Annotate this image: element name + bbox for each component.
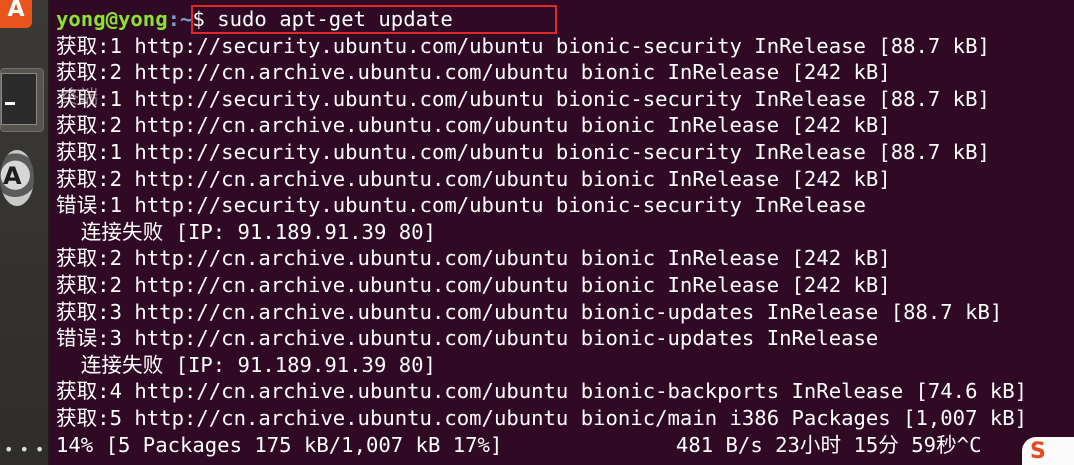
output-line: 获取:4 http://cn.archive.ubuntu.com/ubuntu… bbox=[56, 379, 1028, 404]
output-line: 获取:2 http://cn.archive.ubuntu.com/ubuntu… bbox=[56, 113, 891, 138]
prompt-path: :~ bbox=[167, 7, 193, 31]
output-line: 获取:1 http://security.ubuntu.com/ubuntu b… bbox=[56, 140, 990, 164]
launcher-dock: A A ••• bbox=[0, 0, 49, 465]
software-updater-icon[interactable]: A bbox=[0, 150, 34, 206]
output-line: 获取:2 http://cn.archive.ubuntu.com/ubuntu… bbox=[56, 273, 891, 297]
output-line: 获取:2 http://cn.archive.ubuntu.com/ubuntu… bbox=[56, 166, 891, 191]
error-detail-line: 连接失败 [IP: 91.189.91.39 80] bbox=[56, 219, 436, 244]
software-center-icon[interactable]: A bbox=[0, 0, 32, 28]
output-line: 获取:3 http://cn.archive.ubuntu.com/ubuntu… bbox=[56, 299, 1003, 324]
terminal-output[interactable]: yong@yong:~$ sudo apt-get update 获取:1 ht… bbox=[56, 6, 1074, 465]
output-line: 获取:2 http://cn.archive.ubuntu.com/ubuntu… bbox=[56, 60, 891, 85]
error-line: 错误:3 http://cn.archive.ubuntu.com/ubuntu… bbox=[56, 326, 879, 351]
prompt-user: yong@yong bbox=[56, 7, 168, 31]
output-line: 获取:5 http://cn.archive.ubuntu.com/ubuntu… bbox=[56, 406, 1028, 430]
command-highlight-box bbox=[191, 5, 557, 34]
terminal-screen-icon bbox=[1, 73, 37, 125]
terminal-prompt-dash-icon bbox=[5, 102, 15, 105]
output-line: 获取:1 http://security.ubuntu.com/ubuntu b… bbox=[56, 33, 990, 58]
software-center-glyph: A bbox=[7, 0, 25, 22]
error-line: 错误:1 http://security.ubuntu.com/ubuntu b… bbox=[56, 193, 866, 218]
output-line: 获取:1 http://security.ubuntu.com/ubuntu b… bbox=[56, 86, 990, 111]
software-updater-glyph: A bbox=[3, 162, 22, 190]
desktop-screen: A A ••• yong@yong:~$ sudo apt-get update… bbox=[0, 0, 1074, 465]
watermark-logo: S bbox=[1022, 437, 1074, 465]
show-applications-icon[interactable]: ••• bbox=[4, 440, 50, 459]
watermark-glyph: S bbox=[1030, 439, 1046, 464]
progress-line: 14% [5 Packages 175 kB/1,007 kB 17%] 481… bbox=[56, 432, 982, 457]
terminal-launcher-icon[interactable] bbox=[0, 68, 44, 132]
output-line: 获取:2 http://cn.archive.ubuntu.com/ubuntu… bbox=[56, 246, 891, 271]
error-detail-line: 连接失败 [IP: 91.189.91.39 80] bbox=[56, 352, 436, 377]
terminal-tooltip: 终端 bbox=[60, 86, 99, 108]
